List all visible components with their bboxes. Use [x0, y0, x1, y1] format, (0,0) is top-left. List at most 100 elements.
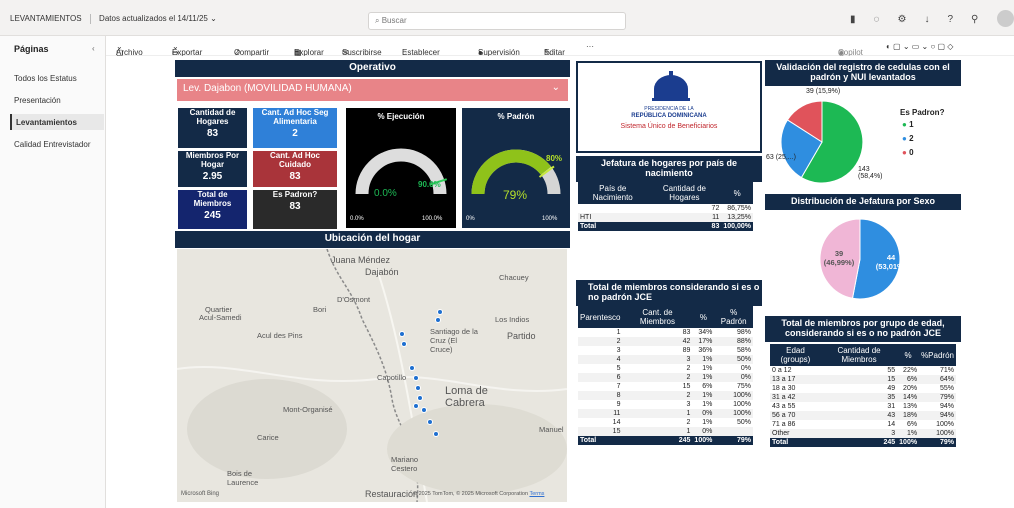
header-cell[interactable]: % [692, 306, 714, 328]
cell: 88% [714, 337, 753, 346]
map-label: Acul-Samedi [199, 313, 242, 322]
legend-item[interactable]: ● 0 [902, 148, 914, 157]
gear-icon[interactable]: ⚙ [897, 14, 924, 25]
legend-item[interactable]: ● 1 [902, 120, 914, 129]
map-marker[interactable] [409, 365, 415, 371]
file-menu[interactable]: ▢ Archivo ⌄ [116, 42, 143, 57]
table-row[interactable]: 8 2 1% 100% [578, 391, 753, 400]
map-marker[interactable] [421, 407, 427, 413]
table-row[interactable]: 4 3 1% 50% [578, 355, 753, 364]
header-cell[interactable]: %Padrón [919, 344, 956, 366]
table-row[interactable]: Other 3 1% 100% [770, 429, 956, 438]
page-item-calidad[interactable]: Calidad Entrevistador [10, 136, 104, 152]
cell: 11 [712, 214, 720, 221]
pie-label: 39 (15,9%) [806, 88, 841, 95]
table-row[interactable]: 18 a 30 49 20% 55% [770, 384, 956, 393]
table-row[interactable]: 72 86,75% [578, 204, 753, 213]
table-row[interactable]: 71 a 86 14 6% 100% [770, 420, 956, 429]
page-item-levantamientos[interactable]: Levantamientos [10, 114, 104, 130]
table-row[interactable]: 2 42 17% 88% [578, 337, 753, 346]
export-menu[interactable]: ↦ Exportar ⌄ [172, 42, 202, 57]
cell: 79% [714, 436, 753, 445]
map-marker[interactable] [433, 431, 439, 437]
operativo-dropdown[interactable]: Lev. Dajabon (MOVILIDAD HUMANA) ⌄ [177, 79, 568, 101]
map-attribution-text: © 2025 TomTom, © 2025 Microsoft Corporat… [413, 491, 529, 497]
cell: 100% [919, 429, 956, 438]
location-map[interactable]: Juana Méndez Dajabón Chacuey D'Osmont Qu… [177, 249, 567, 502]
search-icon: ⌕ [375, 16, 382, 25]
map-label: Restauración [365, 489, 419, 499]
map-marker[interactable] [417, 395, 423, 401]
table-row[interactable]: 0 a 12 55 22% 71% [770, 366, 956, 375]
header-cell[interactable]: % [721, 182, 753, 204]
table-row[interactable]: 43 a 55 31 13% 94% [770, 402, 956, 411]
avatar[interactable] [997, 10, 1014, 27]
search-input[interactable]: ⌕ Buscar [368, 12, 626, 30]
table-row[interactable]: 9 3 1% 100% [578, 400, 753, 409]
table-row[interactable]: HTI 11 13,25% [578, 213, 753, 222]
cell: 100% [714, 391, 753, 400]
updated-text[interactable]: Datos actualizados el 14/11/25 [99, 14, 208, 23]
help-icon[interactable]: ? [947, 14, 971, 25]
map-marker[interactable] [427, 419, 433, 425]
cell: 42 [622, 337, 693, 346]
cell: 100% [692, 436, 715, 445]
map-marker[interactable] [399, 331, 405, 337]
table-row[interactable]: 6 2 1% 0% [578, 373, 753, 382]
cell: 0% [692, 427, 715, 436]
card-value: 245 [204, 210, 221, 221]
card-label: Cant. Ad Hoc Seg Alimentaria [261, 108, 329, 126]
table-row[interactable]: 13 a 17 15 6% 64% [770, 375, 956, 384]
map-marker[interactable] [401, 341, 407, 347]
header-cell[interactable]: % Padrón [714, 306, 753, 328]
gauge-min: 0.0% [350, 216, 364, 222]
toolbar-right-icons[interactable]: ◐ ▢ ⌄ ▭ ⌄ ○ ▢ ◇ [886, 42, 953, 51]
table-row[interactable]: 11 1 0% 100% [578, 409, 753, 418]
header-cell[interactable]: Cantidad de Miembros [821, 344, 897, 366]
table-row[interactable]: 14 2 1% 50% [578, 418, 753, 427]
page-item-presentacion[interactable]: Presentación [10, 92, 104, 108]
table-total-row: Total 83 100,00% [578, 222, 753, 231]
table-row[interactable]: 15 1 0% [578, 427, 753, 436]
legend-item[interactable]: ● 2 [902, 134, 914, 143]
header-cell[interactable]: Parentesco [578, 306, 622, 328]
header-cell[interactable]: País de Nacimiento [578, 182, 648, 204]
cell: 18 a 30 [772, 385, 796, 392]
chevron-down-icon[interactable]: ⌄ [210, 14, 217, 23]
table-row[interactable]: 1 83 34% 98% [578, 328, 753, 337]
table-row[interactable]: 31 a 42 35 14% 79% [770, 393, 956, 402]
map-terms-link[interactable]: Terms [529, 491, 544, 497]
header-cell[interactable]: Cantidad de Hogares [648, 182, 722, 204]
bell-icon[interactable]: ◌ [874, 14, 898, 25]
cell: 6% [897, 375, 920, 384]
panel-icon[interactable]: ▮ [850, 14, 874, 25]
map-marker[interactable] [415, 385, 421, 391]
table-row[interactable]: 3 89 36% 58% [578, 346, 753, 355]
report-name[interactable]: LEVANTAMIENTOS [10, 14, 82, 23]
gauge-value: 79% [503, 188, 528, 202]
cell: 98% [736, 329, 751, 336]
header-cell[interactable]: Cant. de Miembros [622, 306, 692, 328]
card-value: 83 [289, 171, 301, 182]
share-icon[interactable]: ⚲ [971, 14, 996, 25]
jefatura-pais-title: Jefatura de hogares por país de nacimien… [576, 156, 762, 182]
map-marker[interactable] [437, 309, 443, 315]
download-icon[interactable]: ↓ [924, 14, 947, 25]
cell: 9 [616, 401, 621, 408]
table-row[interactable]: 7 15 6% 75% [578, 382, 753, 391]
chevron-left-icon[interactable]: ‹ [92, 44, 95, 53]
table-row[interactable]: 56 a 70 43 18% 94% [770, 411, 956, 420]
cell: 55 [887, 367, 896, 374]
map-marker[interactable] [413, 375, 419, 381]
table-row[interactable]: 5 2 1% 0% [578, 364, 753, 373]
header-cell[interactable]: Edad (groups) [770, 344, 821, 366]
header-cell[interactable]: % [897, 344, 919, 366]
gauge-value: 0.0% [374, 188, 397, 199]
map-marker[interactable] [413, 403, 419, 409]
map-attribution: © 2025 TomTom, © 2025 Microsoft Corporat… [413, 491, 553, 497]
more-button[interactable]: ··· [586, 42, 594, 51]
page-item-todos[interactable]: Todos los Estatus [10, 70, 104, 86]
map-label: Dajabón [365, 267, 399, 277]
map-marker[interactable] [435, 317, 441, 323]
map-label: D'Osmont [337, 295, 371, 304]
